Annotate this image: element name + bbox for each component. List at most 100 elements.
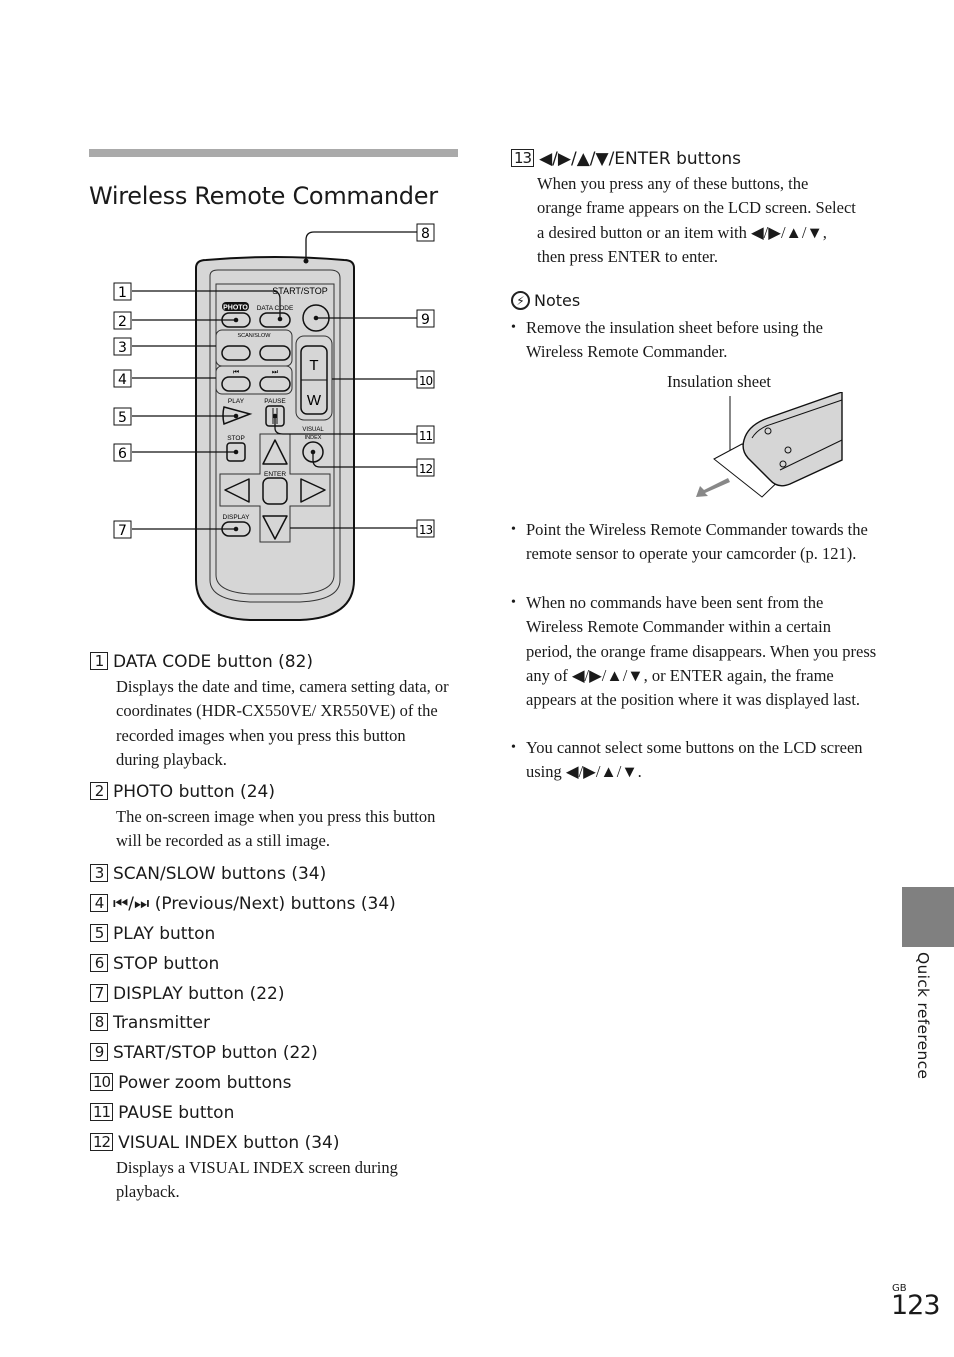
remote-scan-right-button bbox=[259, 345, 291, 361]
item-number: 13 bbox=[511, 149, 535, 167]
item-title: PLAY button bbox=[113, 924, 216, 944]
item-title: VISUAL INDEX button (34) bbox=[118, 1133, 340, 1153]
svg-text:2: 2 bbox=[118, 314, 127, 330]
item-title: DATA CODE button (82) bbox=[113, 652, 314, 672]
callout-3: 3 bbox=[113, 337, 132, 356]
item-title: START/STOP button (22) bbox=[113, 1043, 318, 1063]
item-7: 7 DISPLAY button (22) bbox=[90, 983, 460, 1005]
remote-label-index: INDEX bbox=[305, 435, 322, 441]
item-title: ◀/▶/▲/▼/ENTER buttons bbox=[539, 149, 742, 169]
callout-10: 10 bbox=[416, 370, 435, 389]
remote-label-play: PLAY bbox=[228, 398, 245, 405]
svg-text:7: 7 bbox=[118, 523, 127, 539]
note-bullet: Remove the insulation sheet before using… bbox=[511, 316, 876, 365]
remote-label-stop: STOP bbox=[227, 435, 245, 442]
item-description: Displays a VISUAL INDEX screen during pl… bbox=[116, 1158, 398, 1202]
item-4: 4 ⏮/⏭ (Previous/Next) buttons (34) bbox=[90, 893, 460, 915]
callout-6: 6 bbox=[113, 443, 132, 462]
item-number: 4 bbox=[90, 894, 108, 912]
item-number: 6 bbox=[90, 954, 108, 972]
callout-8: 8 bbox=[416, 223, 435, 242]
item-2: 2 PHOTO button (24) The on-screen image w… bbox=[90, 781, 460, 854]
svg-text:1: 1 bbox=[118, 285, 127, 301]
insulation-sheet-illustration bbox=[696, 392, 843, 498]
svg-text:8: 8 bbox=[421, 226, 430, 242]
section-tab-label: Quick reference bbox=[914, 952, 932, 1080]
page-number: 123 bbox=[891, 1290, 941, 1321]
remote-label-prev: ⏮ bbox=[233, 368, 239, 376]
remote-label-data-code: DATA CODE bbox=[257, 305, 294, 312]
item-1: 1 DATA CODE button (82) Displays the date… bbox=[90, 651, 460, 772]
remote-label-enter: ENTER bbox=[264, 471, 286, 478]
remote-prev-button bbox=[221, 376, 251, 392]
item-3: 3 SCAN/SLOW buttons (34) bbox=[90, 863, 460, 885]
callout-5: 5 bbox=[113, 407, 132, 426]
svg-text:4: 4 bbox=[118, 372, 127, 388]
section-rule bbox=[89, 149, 458, 157]
callout-2: 2 bbox=[113, 311, 132, 330]
callout-1: 1 bbox=[113, 282, 132, 301]
svg-text:5: 5 bbox=[118, 410, 127, 426]
remote-scan-left-button bbox=[221, 345, 251, 361]
item-13: 13 ◀/▶/▲/▼/ENTER buttons When you press a… bbox=[511, 148, 881, 269]
svg-text:9: 9 bbox=[421, 312, 430, 328]
item-number: 8 bbox=[90, 1013, 108, 1031]
item-number: 12 bbox=[90, 1133, 114, 1151]
svg-text:3: 3 bbox=[118, 340, 127, 356]
note-bullet: When no commands have been sent from the… bbox=[511, 591, 881, 712]
notes-heading: ⚡ Notes bbox=[511, 291, 580, 310]
item-title: Transmitter bbox=[113, 1013, 210, 1033]
remote-next-button bbox=[259, 376, 291, 392]
item-9: 9 START/STOP button (22) bbox=[90, 1042, 460, 1064]
section-tab bbox=[902, 887, 954, 947]
item-title: ⏮/⏭ (Previous/Next) buttons (34) bbox=[113, 894, 396, 914]
item-5: 5 PLAY button bbox=[90, 923, 460, 945]
item-number: 7 bbox=[90, 984, 108, 1002]
callout-9: 9 bbox=[416, 309, 435, 328]
item-number: 11 bbox=[90, 1103, 114, 1121]
remote-label-display: DISPLAY bbox=[223, 514, 251, 521]
insulation-sheet-label: Insulation sheet bbox=[667, 372, 772, 391]
item-title: Power zoom buttons bbox=[118, 1073, 292, 1093]
item-description: Displays the date and time, camera setti… bbox=[116, 677, 449, 769]
remote-label-pause: PAUSE bbox=[264, 398, 286, 405]
remote-zoom-w: W bbox=[307, 392, 322, 409]
svg-text:12: 12 bbox=[419, 462, 433, 476]
remote-data-code-button bbox=[259, 312, 291, 328]
caution-lightning-icon: ⚡ bbox=[511, 291, 530, 310]
callout-4: 4 bbox=[113, 369, 132, 388]
item-number: 1 bbox=[90, 652, 108, 670]
remote-zoom-t: T bbox=[309, 357, 318, 374]
item-number: 2 bbox=[90, 782, 108, 800]
note-bullet: Point the Wireless Remote Commander towa… bbox=[511, 518, 876, 567]
note-bullet: You cannot select some buttons on the LC… bbox=[511, 736, 876, 785]
item-description: The on-screen image when you press this … bbox=[116, 807, 436, 851]
remote-label-start-stop: START/STOP bbox=[272, 286, 328, 296]
item-number: 5 bbox=[90, 924, 108, 942]
callout-12: 12 bbox=[416, 458, 435, 477]
remote-diagram: START/STOP PHOTO DATA CODE SCAN/SLOW ⏮ ⏭… bbox=[113, 223, 435, 621]
remote-label-visual: VISUAL bbox=[302, 427, 324, 433]
svg-text:6: 6 bbox=[118, 446, 127, 462]
item-number: 10 bbox=[90, 1073, 114, 1091]
item-title: PAUSE button bbox=[118, 1103, 235, 1123]
svg-text:13: 13 bbox=[419, 523, 433, 537]
callout-7: 7 bbox=[113, 520, 132, 539]
item-description: When you press any of these buttons, the… bbox=[537, 174, 856, 266]
item-number: 3 bbox=[90, 864, 108, 882]
remote-label-photo: PHOTO bbox=[223, 305, 248, 312]
item-12: 12 VISUAL INDEX button (34) Displays a VI… bbox=[90, 1132, 460, 1205]
notes-heading-label: Notes bbox=[534, 291, 581, 310]
item-number: 9 bbox=[90, 1043, 108, 1061]
svg-text:11: 11 bbox=[419, 429, 433, 443]
item-6: 6 STOP button bbox=[90, 953, 460, 975]
remote-label-scan-slow: SCAN/SLOW bbox=[237, 333, 271, 339]
callout-13: 13 bbox=[416, 519, 435, 538]
item-11: 11 PAUSE button bbox=[90, 1102, 460, 1124]
item-title: STOP button bbox=[113, 954, 220, 974]
callout-11: 11 bbox=[416, 425, 435, 444]
item-title: SCAN/SLOW buttons (34) bbox=[113, 864, 327, 884]
item-8: 8 Transmitter bbox=[90, 1012, 460, 1034]
remote-enter-button bbox=[262, 477, 288, 505]
svg-text:10: 10 bbox=[419, 374, 433, 388]
